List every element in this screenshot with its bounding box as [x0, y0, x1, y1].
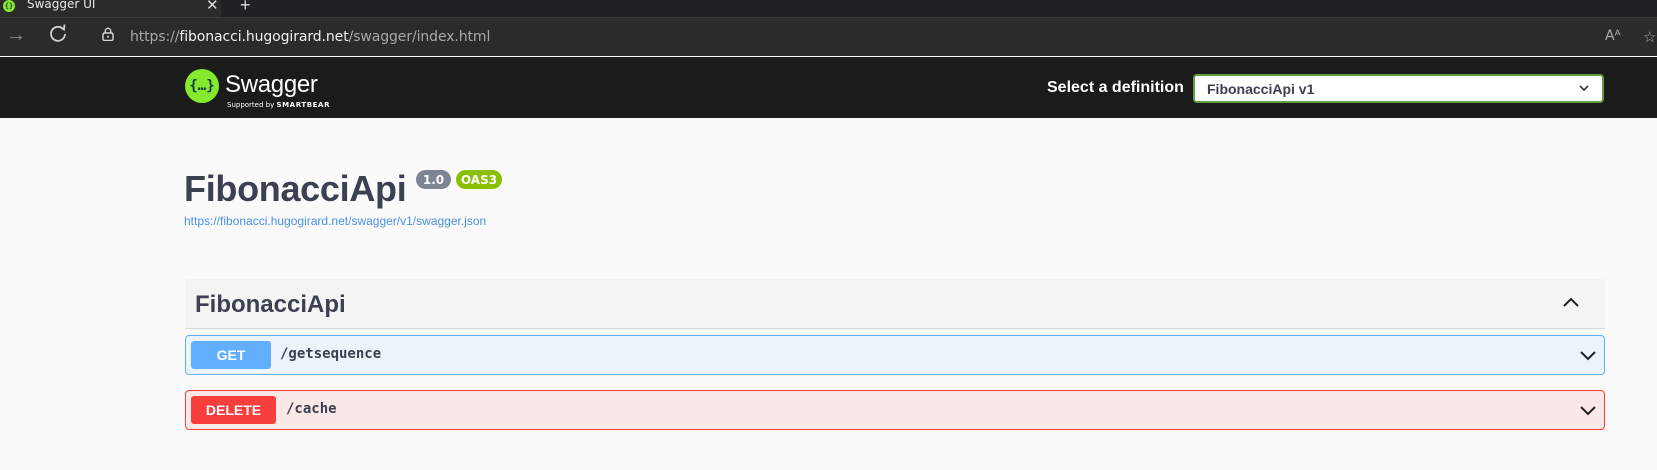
chevron-down-icon[interactable]: [1578, 404, 1598, 418]
tab-title: Swagger UI: [27, 0, 96, 11]
select-definition-label: Select a definition: [1047, 79, 1184, 96]
operation-path: /cache: [286, 401, 337, 417]
page-title: FibonacciApi: [184, 168, 407, 209]
operation-delete-cache[interactable]: DELETE /cache: [185, 390, 1605, 430]
lock-icon[interactable]: [102, 27, 114, 41]
chevron-down-icon[interactable]: [1578, 349, 1598, 363]
address-bar: → https://fibonacci.hugogirard.net/swagg…: [0, 17, 1657, 56]
close-tab-icon[interactable]: ✕: [206, 0, 219, 14]
chevron-up-icon[interactable]: [1561, 295, 1581, 309]
browser-tab[interactable]: {} Swagger UI ✕: [0, 0, 221, 17]
logo-text: Swagger: [225, 71, 318, 98]
operation-get-getsequence[interactable]: GET /getsequence: [185, 335, 1605, 375]
swagger-favicon-icon: {}: [3, 0, 15, 12]
logo-smartbear-text: SMARTBEAR: [276, 101, 331, 109]
tag-name: FibonacciApi: [195, 291, 346, 318]
operation-path: /getsequence: [280, 346, 382, 362]
url-host: fibonacci.hugogirard.net: [179, 29, 349, 45]
new-tab-icon[interactable]: +: [240, 0, 251, 16]
logo-supported-text: Supported by: [227, 101, 275, 109]
refresh-icon[interactable]: [48, 23, 68, 43]
tag-header-fibonacciapi[interactable]: FibonacciApi: [185, 279, 1605, 329]
read-aloud-icon[interactable]: Aᴬ: [1605, 28, 1621, 44]
browser-tab-strip: {} Swagger UI ✕ +: [0, 0, 1657, 17]
swagger-logo-icon[interactable]: {…}: [185, 69, 219, 103]
definition-select[interactable]: FibonacciApi v1: [1193, 74, 1604, 103]
url-field[interactable]: https://fibonacci.hugogirard.net/swagger…: [130, 29, 490, 45]
spec-url-link[interactable]: https://fibonacci.hugogirard.net/swagger…: [184, 214, 486, 228]
version-badge: 1.0: [416, 170, 451, 189]
method-badge-get: GET: [191, 341, 271, 369]
definition-select-value: FibonacciApi v1: [1207, 81, 1315, 97]
swagger-topbar: {…} Swagger Supported by SMARTBEAR Selec…: [0, 57, 1657, 118]
url-scheme: https://: [130, 29, 180, 45]
logo-subtitle: Supported by SMARTBEAR: [227, 101, 330, 109]
chevron-down-icon: [1579, 85, 1589, 92]
forward-arrow-icon[interactable]: →: [6, 24, 26, 47]
method-badge-delete: DELETE: [191, 396, 276, 424]
oas-badge: OAS3: [456, 170, 502, 189]
url-path: /swagger/index.html: [348, 29, 491, 45]
favorite-star-icon[interactable]: ☆: [1643, 28, 1656, 46]
